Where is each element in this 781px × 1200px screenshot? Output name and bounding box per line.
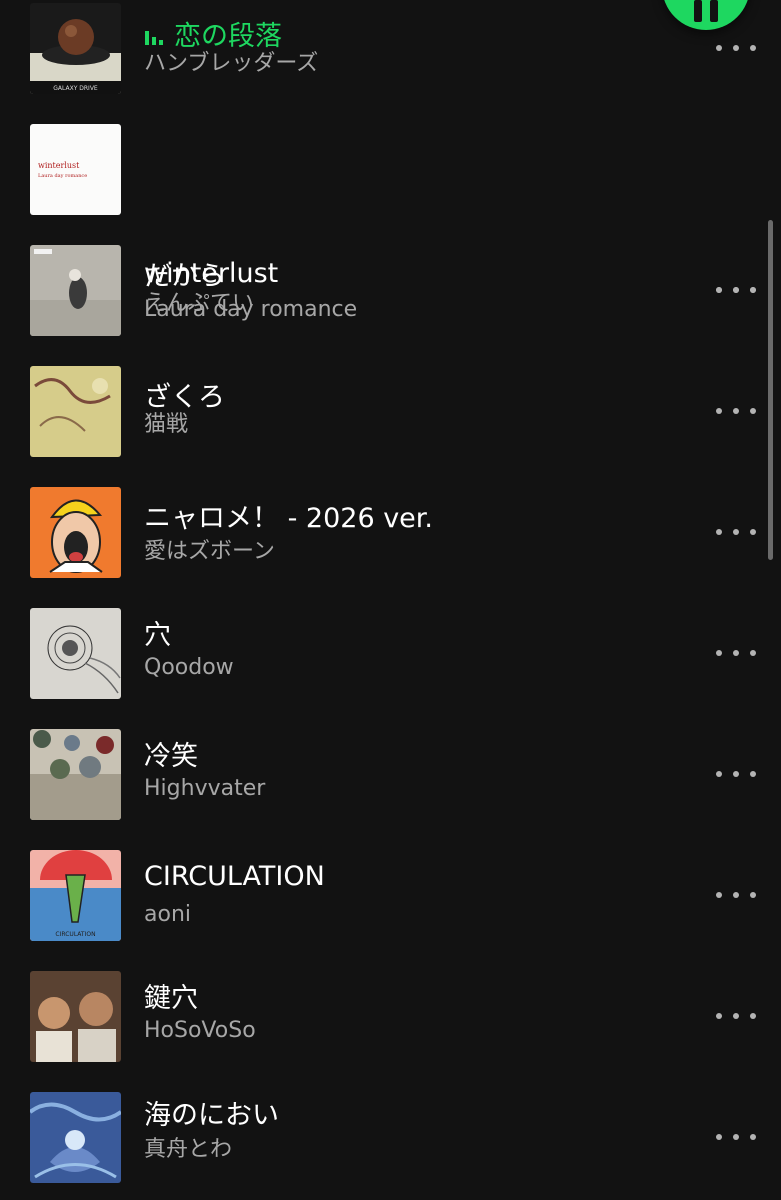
album-artwork: GALAXY DRIVE [30,3,121,94]
track-title: CIRCULATION [144,861,325,892]
album-artwork [30,366,121,457]
track-artist: えんぷてい [144,291,255,316]
track-title: だから [144,261,225,292]
more-options-button[interactable] [716,522,756,542]
track-row[interactable]: 海のにおい 真舟とわ [0,1089,781,1200]
track-row[interactable]: CIRCULATION CIRCULATION aoni [0,847,781,968]
now-playing-equalizer-icon [145,30,163,45]
more-options-button[interactable] [716,38,756,58]
track-row[interactable]: ざくろ 猫戦 [0,363,781,484]
track-row[interactable]: ニャロメ！ - 2026 ver. 愛はズボーン [0,484,781,605]
album-caption-artist: Laura day romance [38,173,87,179]
track-artist: 猫戦 [144,412,189,437]
more-options-button[interactable] [716,1006,756,1026]
more-options-button[interactable] [716,401,756,421]
more-options-button[interactable] [716,643,756,663]
track-title: 海のにおい [144,1100,279,1131]
track-row[interactable]: winterlust Laura day romance winterlust … [0,121,781,322]
track-title: 恋の段落 [144,20,282,54]
track-artist: HoSoVoSo [144,1018,256,1043]
pause-icon [694,0,702,22]
album-caption: GALAXY DRIVE [53,85,98,92]
album-caption: CIRCULATION [55,931,95,938]
track-row[interactable]: 冷笑 Highvvater [0,726,781,847]
album-artwork [30,971,121,1062]
track-artist: Highvvater [144,776,266,801]
track-row[interactable]: だから えんぷてい [0,242,781,363]
scrollbar[interactable] [768,220,773,560]
album-artwork [30,608,121,699]
track-artist: 真舟とわ [144,1137,233,1162]
track-title: ニャロメ！ - 2026 ver. [144,503,433,534]
more-options-button[interactable] [716,1127,756,1147]
track-row[interactable]: GALAXY DRIVE 恋の段落 ハンブレッダーズ [0,0,781,121]
album-artwork [30,729,121,820]
track-row[interactable]: 鍵穴 HoSoVoSo [0,968,781,1089]
track-title: ざくろ [144,382,225,413]
more-options-button[interactable] [716,885,756,905]
track-artist: aoni [144,902,191,927]
more-options-button[interactable] [716,280,756,300]
track-title: 冷笑 [144,741,198,772]
track-artist: ハンブレッダーズ [144,51,319,76]
album-artwork [30,1092,121,1183]
track-title: 穴 [144,620,171,651]
track-title-text: 恋の段落 [174,21,282,52]
track-artist: Qoodow [144,655,234,680]
track-row[interactable]: 穴 Qoodow [0,605,781,726]
album-artwork: winterlust Laura day romance [30,124,121,215]
album-artwork [30,487,121,578]
track-artist: 愛はズボーン [144,539,275,564]
playlist-screen: GALAXY DRIVE 恋の段落 ハンブレッダーズ winterlust La… [0,0,781,1200]
track-title: 鍵穴 [144,983,198,1014]
album-artwork [30,245,121,336]
album-caption: winterlust [38,161,80,170]
more-options-button[interactable] [716,764,756,784]
album-artwork: CIRCULATION [30,850,121,941]
